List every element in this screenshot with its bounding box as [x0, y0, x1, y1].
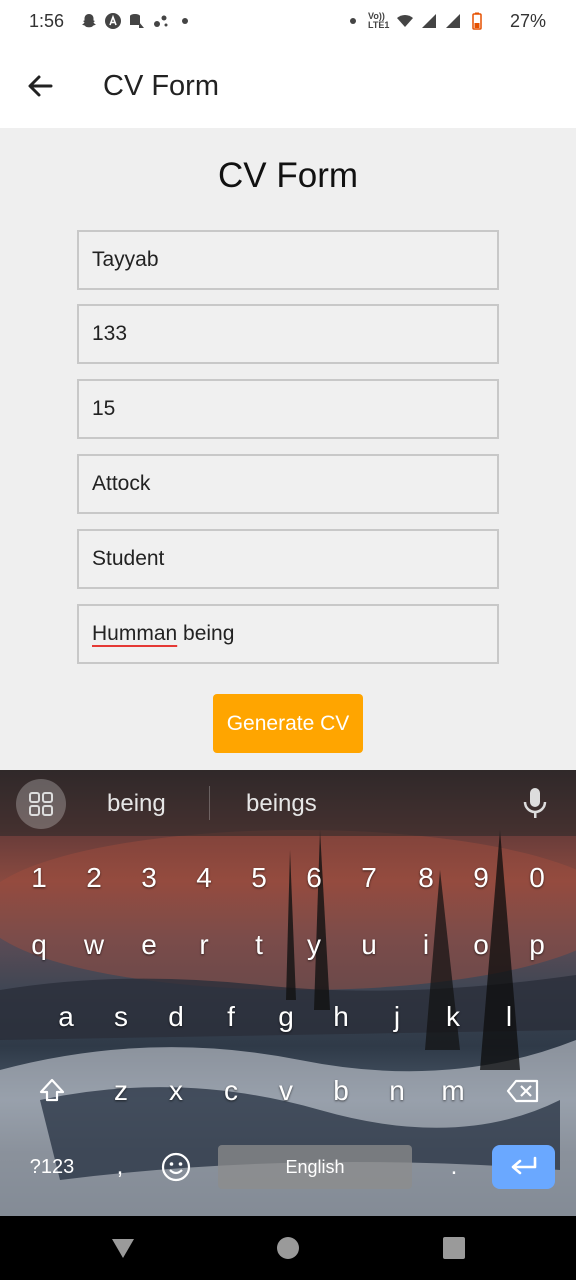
suggestion-1[interactable]: being: [107, 790, 166, 818]
suggestion-divider: [209, 786, 210, 820]
key-r[interactable]: r: [179, 920, 229, 970]
status-bar: 1:56 Vo)) LTE1 27%: [0, 0, 576, 44]
volte-icon: Vo)) LTE1: [368, 11, 390, 30]
key-u[interactable]: u: [344, 920, 394, 970]
misspelled-word: Humman: [92, 622, 178, 645]
city-field[interactable]: Attock: [77, 454, 499, 514]
about-value-rest: being: [177, 622, 235, 645]
back-button[interactable]: [20, 66, 60, 106]
key-9[interactable]: 9: [456, 853, 506, 903]
key-k[interactable]: k: [428, 992, 478, 1042]
recents-square-icon: [443, 1237, 465, 1259]
name-field[interactable]: Tayyab: [77, 230, 499, 290]
key-w[interactable]: w: [69, 920, 119, 970]
comma-key[interactable]: ,: [102, 1142, 138, 1192]
mic-icon[interactable]: [520, 786, 550, 820]
form-content: CV Form Tayyab 133 15 Attock Student Hum…: [0, 128, 576, 770]
dot-icon: [182, 18, 188, 24]
period-key[interactable]: .: [436, 1142, 472, 1192]
sd-card-icon: [130, 14, 144, 28]
snapchat-icon: [82, 14, 96, 28]
grid-icon: [29, 792, 53, 816]
key-b[interactable]: b: [316, 1066, 366, 1116]
nav-back-button[interactable]: [107, 1232, 139, 1264]
key-f[interactable]: f: [206, 992, 256, 1042]
about-field[interactable]: Humman being: [77, 604, 499, 664]
emoji-icon: [161, 1152, 191, 1182]
suggestion-bar: being beings: [0, 770, 576, 836]
key-e[interactable]: e: [124, 920, 174, 970]
wifi-icon: [397, 15, 413, 27]
key-x[interactable]: x: [151, 1066, 201, 1116]
enter-key[interactable]: [492, 1145, 555, 1189]
key-7[interactable]: 7: [344, 853, 394, 903]
key-o[interactable]: o: [456, 920, 506, 970]
key-h[interactable]: h: [316, 992, 366, 1042]
name-value: Tayyab: [92, 248, 159, 271]
arrow-back-icon: [28, 75, 53, 97]
back-triangle-icon: [112, 1239, 134, 1258]
sync-icon: [154, 15, 168, 27]
key-t[interactable]: t: [234, 920, 284, 970]
form-heading: CV Form: [218, 156, 358, 195]
key-8[interactable]: 8: [401, 853, 451, 903]
key-a[interactable]: a: [41, 992, 91, 1042]
profession-value: Student: [92, 547, 165, 570]
a-notification-icon: [105, 13, 121, 29]
key-2[interactable]: 2: [69, 853, 119, 903]
backspace-key[interactable]: [500, 1066, 546, 1116]
battery-percent: 27%: [509, 11, 546, 31]
signal-icon: [446, 14, 460, 28]
navigation-bar: [0, 1216, 576, 1280]
home-circle-icon: [277, 1237, 299, 1259]
key-g[interactable]: g: [261, 992, 311, 1042]
generate-cv-button[interactable]: Generate CV: [213, 694, 363, 753]
profession-field[interactable]: Student: [77, 529, 499, 589]
number-field[interactable]: 133: [77, 304, 499, 364]
key-s[interactable]: s: [96, 992, 146, 1042]
city-value: Attock: [92, 472, 151, 495]
shift-icon: [39, 1078, 65, 1102]
nav-home-button[interactable]: [272, 1232, 304, 1264]
number-value: 133: [92, 322, 128, 345]
key-3[interactable]: 3: [124, 853, 174, 903]
backspace-icon: [506, 1079, 539, 1103]
suggestion-2[interactable]: beings: [246, 790, 317, 818]
key-z[interactable]: z: [96, 1066, 146, 1116]
space-bar[interactable]: English: [218, 1145, 412, 1189]
key-p[interactable]: p: [512, 920, 562, 970]
status-right-icons: Vo)) LTE1: [344, 12, 486, 30]
key-i[interactable]: i: [401, 920, 451, 970]
key-5[interactable]: 5: [234, 853, 284, 903]
key-0[interactable]: 0: [512, 853, 562, 903]
key-6[interactable]: 6: [289, 853, 339, 903]
key-m[interactable]: m: [428, 1066, 478, 1116]
status-time: 1:56: [29, 11, 65, 31]
shift-key[interactable]: [30, 1066, 74, 1116]
key-y[interactable]: y: [289, 920, 339, 970]
nav-recents-button[interactable]: [438, 1232, 470, 1264]
apps-grid-button[interactable]: [16, 779, 66, 829]
symbols-key[interactable]: ?123: [22, 1145, 82, 1189]
key-q[interactable]: q: [14, 920, 64, 970]
age-value: 15: [92, 397, 116, 420]
age-field[interactable]: 15: [77, 379, 499, 439]
app-bar: CV Form: [0, 44, 576, 128]
key-l[interactable]: l: [484, 992, 534, 1042]
key-j[interactable]: j: [372, 992, 422, 1042]
dot-icon: [350, 18, 356, 24]
app-title: CV Form: [103, 70, 219, 102]
key-4[interactable]: 4: [179, 853, 229, 903]
emoji-key[interactable]: [154, 1145, 198, 1189]
battery-icon: [472, 12, 482, 30]
key-d[interactable]: d: [151, 992, 201, 1042]
status-left-icons: [80, 12, 194, 30]
enter-icon: [511, 1156, 536, 1175]
key-1[interactable]: 1: [14, 853, 64, 903]
soft-keyboard: being beings 1 2 3 4 5 6 7 8 9 0 q w e r…: [0, 770, 576, 1216]
key-c[interactable]: c: [206, 1066, 256, 1116]
signal-icon: [422, 14, 436, 28]
key-n[interactable]: n: [372, 1066, 422, 1116]
key-v[interactable]: v: [261, 1066, 311, 1116]
